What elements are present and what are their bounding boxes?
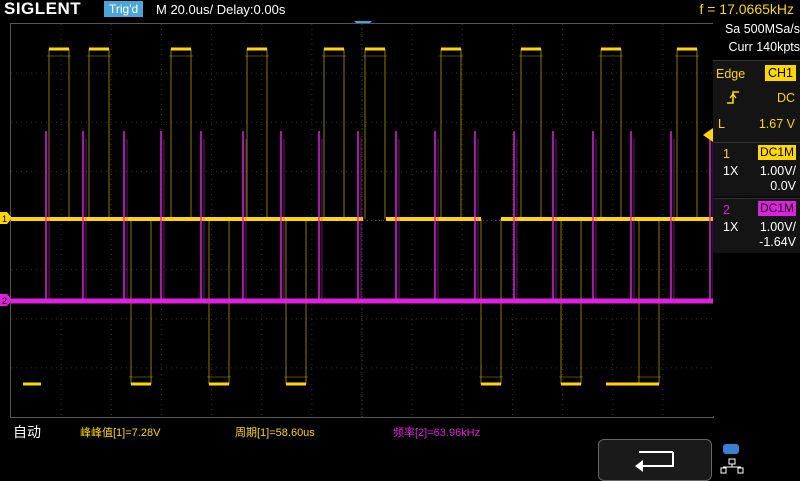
ch1-scale: 1.00V/: [759, 164, 796, 178]
network-icon: [720, 443, 744, 480]
timebase-readout[interactable]: M 20.0us/ Delay:0.00s: [156, 1, 285, 18]
trigger-mode: 自动: [13, 424, 41, 440]
ch1-probe: 1X: [723, 164, 739, 178]
measurement-frequency: 频率[2]=63.96kHz: [393, 427, 481, 439]
ch1-panel[interactable]: 1 DC1M 1X 1.00V/ 0.0V: [713, 142, 800, 197]
waveform-canvas: [11, 24, 713, 417]
trigger-level-icon[interactable]: [703, 128, 713, 147]
frequency-counter: f = 17.0665kHz: [699, 1, 794, 17]
ch1-number: 1: [723, 147, 730, 161]
sample-rate: Sa 500MSa/s: [724, 22, 800, 36]
ch2-coupling: DC1M: [757, 201, 796, 216]
back-arrow-icon: [635, 451, 674, 472]
measurement-period: 周期[1]=58.60us: [235, 427, 315, 439]
ch2-number: 2: [723, 203, 730, 217]
trigger-status-badge: Trig'd: [104, 1, 144, 17]
trigger-level-label: L: [718, 117, 725, 131]
ch2-offset: -1.64V: [759, 235, 796, 249]
top-status-bar: SIGLENT Trig'd M 20.0us/ Delay:0.00s f =…: [0, 0, 800, 18]
waveform-display[interactable]: [10, 23, 714, 418]
trigger-source: CH1: [764, 65, 796, 81]
ch2-offset-marker[interactable]: 2: [0, 293, 12, 311]
side-info-panel: Sa 500MSa/s Curr 140kpts Edge CH1 DC L 1…: [713, 20, 800, 416]
memory-depth: Curr 140kpts: [728, 40, 800, 54]
measurement-bar: 自动 峰峰值[1]=7.28V 周期[1]=58.60us 频率[2]=63.9…: [0, 418, 800, 481]
ch1-offset-marker[interactable]: 1: [0, 211, 12, 229]
measurement-vpp: 峰峰值[1]=7.28V: [80, 427, 161, 439]
brand-logo: SIGLENT: [4, 0, 82, 18]
ch2-probe: 1X: [723, 220, 739, 234]
ch1-offset: 0.0V: [770, 179, 796, 193]
svg-text:2: 2: [2, 296, 7, 306]
ch2-panel[interactable]: 2 DC1M 1X 1.00V/ -1.64V: [713, 198, 800, 253]
trigger-type: Edge: [716, 67, 746, 81]
trigger-coupling: DC: [776, 91, 795, 105]
ch1-coupling: DC1M: [757, 145, 796, 160]
back-button[interactable]: [598, 439, 712, 481]
ch2-scale: 1.00V/: [759, 220, 796, 234]
svg-text:1: 1: [2, 214, 7, 224]
trigger-level-value: 1.67 V: [758, 117, 795, 131]
rising-edge-icon: [725, 89, 741, 110]
